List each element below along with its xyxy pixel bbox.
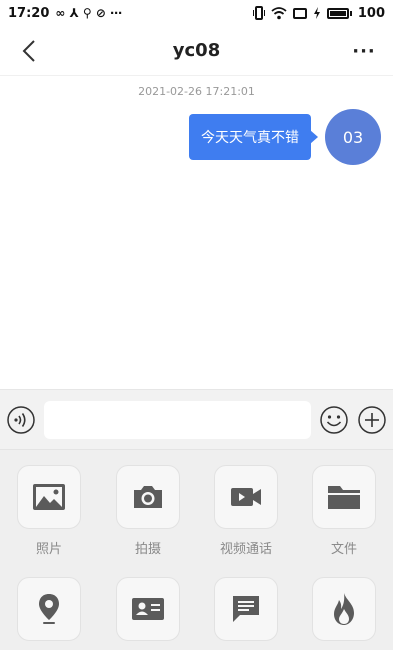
panel-item-video-call[interactable]: 视频通话 <box>206 465 286 557</box>
input-bar <box>0 389 393 449</box>
extras-panel: 照片 拍摄 视频通话 文件 <box>0 449 393 650</box>
panel-item-label: 拍摄 <box>134 542 161 557</box>
panel-item-label: 照片 <box>35 542 62 557</box>
photo-tile <box>17 465 81 529</box>
chat-header: yc08 ··· <box>0 26 393 76</box>
location-icon <box>39 594 59 624</box>
image-icon <box>33 484 65 510</box>
screen-icon <box>292 8 307 19</box>
message-icon <box>233 596 259 622</box>
panel-item-photo[interactable]: 照片 <box>9 465 89 557</box>
burn-tile <box>312 577 376 641</box>
voice-button[interactable] <box>6 405 36 435</box>
message-tile <box>214 577 278 641</box>
panel-item-burn[interactable] <box>304 577 384 650</box>
message-bubble[interactable]: 今天天气真不错 <box>189 114 318 160</box>
message-timestamp: 2021-02-26 17:21:01 <box>138 85 255 98</box>
emoji-icon <box>320 405 348 434</box>
status-bar: 17:20 ∞ ⅄ ⚲ ⊘ ⋯ 100 <box>0 0 393 26</box>
fire-icon <box>334 593 354 625</box>
message-input[interactable] <box>44 400 311 439</box>
panel-item-label: 文件 <box>330 542 357 557</box>
back-button[interactable] <box>14 36 44 66</box>
status-left: 17:20 ∞ ⅄ ⚲ ⊘ ⋯ <box>8 6 122 21</box>
camera-icon <box>134 486 162 508</box>
status-time: 17:20 <box>8 5 50 21</box>
panel-item-camera[interactable]: 拍摄 <box>108 465 188 557</box>
video-call-icon <box>231 488 261 506</box>
video-call-tile <box>214 465 278 529</box>
panel-item-message[interactable] <box>206 577 286 650</box>
panel-item-label: 视频通话 <box>219 542 272 557</box>
folder-icon <box>328 486 360 509</box>
file-tile <box>312 465 376 529</box>
message-row: 今天天气真不错 03 <box>189 109 381 165</box>
voice-icon <box>7 405 35 434</box>
vibrate-icon <box>252 6 265 20</box>
more-icon: ··· <box>352 40 376 62</box>
panel-item-location[interactable] <box>9 577 89 650</box>
status-right: 100 <box>252 5 385 21</box>
panel-item-file[interactable]: 文件 <box>304 465 384 557</box>
emoji-button[interactable] <box>319 405 349 435</box>
charging-icon <box>313 7 320 19</box>
status-notification-icons: ∞ ⅄ ⚲ ⊘ ⋯ <box>55 6 123 20</box>
more-options-button[interactable]: ··· <box>349 36 379 66</box>
location-tile <box>17 577 81 641</box>
chevron-left-icon <box>22 40 35 62</box>
contact-card-tile <box>116 577 180 641</box>
avatar[interactable]: 03 <box>325 109 381 165</box>
battery-level: 100 <box>357 5 385 21</box>
panel-item-contact-card[interactable] <box>108 577 188 650</box>
camera-tile <box>116 465 180 529</box>
contact-card-icon <box>132 598 164 620</box>
add-button[interactable] <box>357 405 387 435</box>
chat-area[interactable]: 2021-02-26 17:21:01 今天天气真不错 03 <box>0 77 393 389</box>
wifi-icon <box>271 6 287 19</box>
plus-icon <box>358 405 386 434</box>
battery-icon <box>326 7 352 19</box>
page-title: yc08 <box>172 40 221 61</box>
